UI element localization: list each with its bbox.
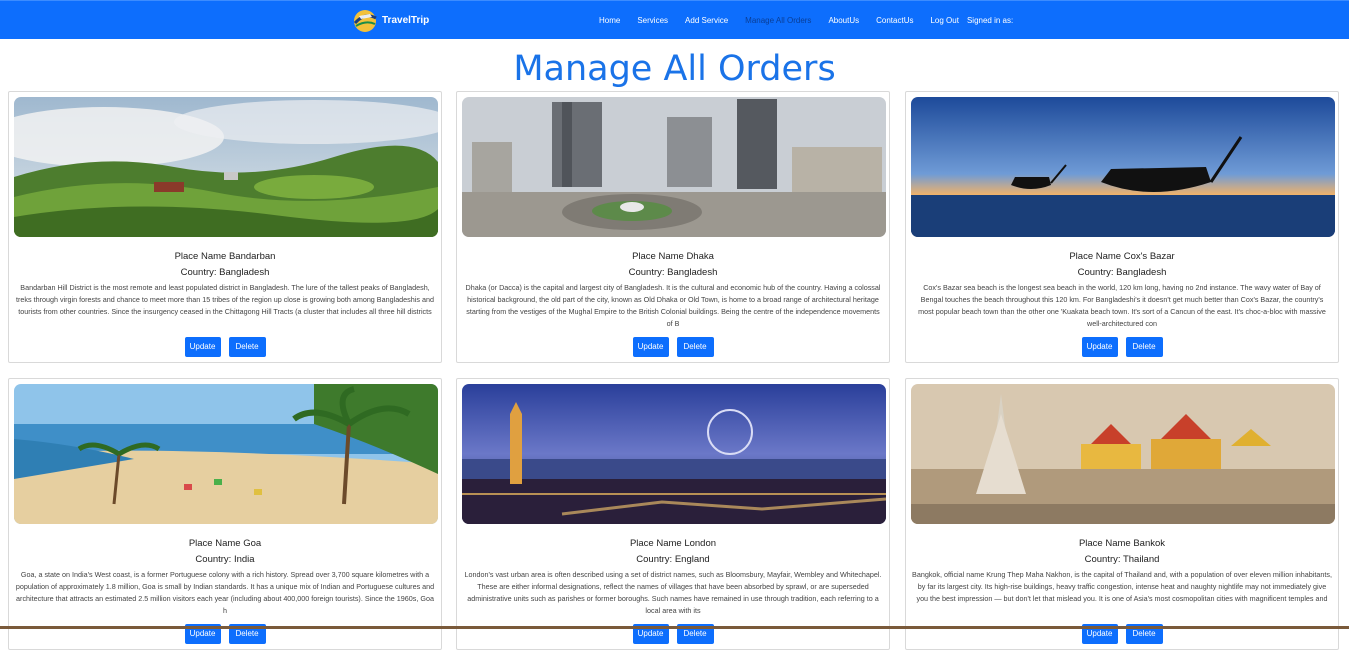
place-image-bandarban: [14, 97, 438, 237]
country: Country: England: [636, 554, 710, 565]
nav-manage-all-orders[interactable]: Manage All Orders: [745, 16, 811, 25]
card-actions: Update Delete: [906, 337, 1338, 357]
nav-contact-us[interactable]: ContactUs: [876, 16, 913, 25]
nav-about-us[interactable]: AboutUs: [828, 16, 859, 25]
page-title: Manage All Orders: [513, 49, 836, 89]
country: Country: Bangladesh: [1077, 267, 1167, 278]
delete-button[interactable]: Delete: [676, 337, 714, 357]
place-description: Bangkok, official name Krung Thep Maha N…: [912, 570, 1332, 603]
order-card: Place Name Bandarban Country: Bangladesh…: [8, 91, 442, 363]
nav-links: Home Services Add Service Manage All Ord…: [599, 1, 1013, 40]
country: Country: India: [195, 554, 255, 565]
place-image-london: [462, 384, 886, 524]
order-card: Place Name Bankok Country: Thailand Bang…: [905, 378, 1339, 650]
traveltrip-logo-icon: [353, 9, 377, 32]
place-description: London's vast urban area is often descri…: [464, 570, 882, 615]
place-name: Place Name Goa: [188, 538, 262, 549]
nav-log-out[interactable]: Log Out: [930, 16, 958, 25]
place-name: Place Name Dhaka: [632, 251, 714, 262]
place-image-dhaka: [462, 97, 886, 237]
nav-home[interactable]: Home: [599, 16, 620, 25]
update-button[interactable]: Update: [1081, 337, 1118, 357]
place-description: Dhaka (or Dacca) is the capital and larg…: [465, 283, 881, 328]
place-name: Place Name Bandarban: [174, 251, 276, 262]
brand-text: TravelTrip: [382, 15, 430, 26]
place-name: Place Name Cox's Bazar: [1069, 251, 1175, 262]
order-card: Place Name Goa Country: India Goa, a sta…: [8, 378, 442, 650]
place-name: Place Name London: [629, 538, 717, 549]
delete-button[interactable]: Delete: [1125, 337, 1163, 357]
nav-services[interactable]: Services: [637, 16, 668, 25]
order-card: Place Name London Country: England Londo…: [456, 378, 890, 650]
card-actions: Update Delete: [457, 337, 889, 357]
order-card: Place Name Dhaka Country: Bangladesh Dha…: [456, 91, 890, 363]
place-description: Bandarban Hill District is the most remo…: [16, 283, 434, 316]
signed-in-label: Signed in as:: [966, 16, 1014, 25]
delete-button[interactable]: Delete: [228, 337, 266, 357]
order-card: Place Name Cox's Bazar Country: Banglade…: [905, 91, 1339, 363]
place-description: Cox's Bazar sea beach is the longest sea…: [918, 283, 1326, 328]
place-name: Place Name Bankok: [1078, 538, 1166, 549]
nav-add-service[interactable]: Add Service: [685, 16, 728, 25]
update-button[interactable]: Update: [184, 337, 221, 357]
brand[interactable]: TravelTrip: [352, 7, 429, 34]
place-description: Goa, a state on India's West coast, is a…: [15, 570, 435, 615]
country: Country: Bangladesh: [180, 267, 270, 278]
country: Country: Bangladesh: [628, 267, 718, 278]
country: Country: Thailand: [1084, 554, 1160, 565]
place-image-coxs-bazar: [911, 97, 1335, 237]
navbar: TravelTrip Home Services Add Service Man…: [0, 0, 1349, 39]
place-image-goa: [14, 384, 438, 524]
update-button[interactable]: Update: [632, 337, 669, 357]
card-actions: Update Delete: [9, 337, 441, 357]
place-image-bankok: [911, 384, 1335, 524]
